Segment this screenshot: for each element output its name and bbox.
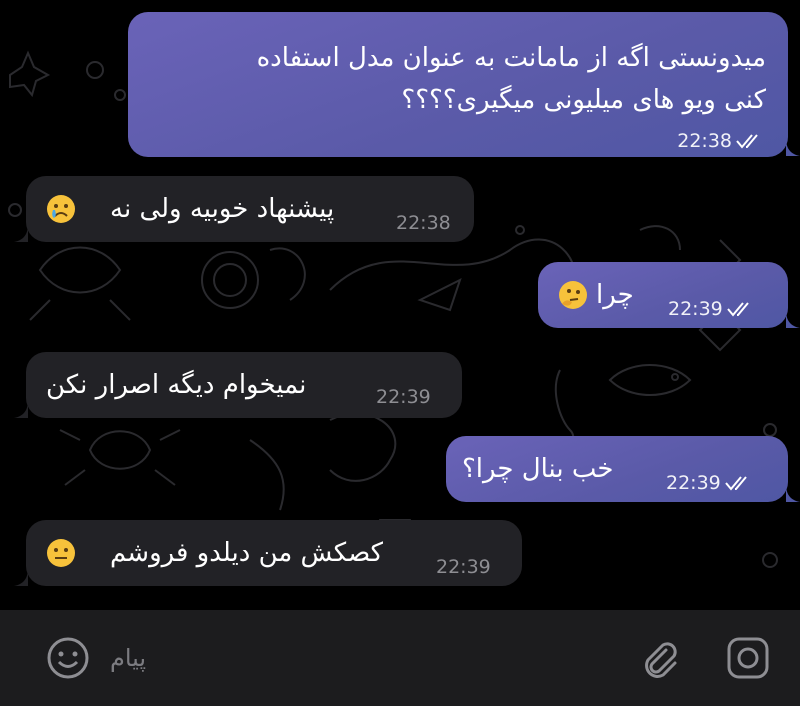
message-time: 22:39 — [666, 472, 721, 494]
message-composer: پیام — [0, 610, 800, 706]
message-time: 22:39 — [668, 298, 723, 320]
outgoing-message[interactable]: چرا 22:39 — [538, 262, 788, 328]
incoming-message[interactable]: نمیخوام دیگه اصرار نکن 22:39 — [26, 352, 462, 418]
bubble-tail — [786, 138, 800, 156]
outgoing-message[interactable]: خب بنال چرا؟ 22:39 — [446, 436, 788, 502]
incoming-message[interactable]: کصکش من دیلدو فروشم 22:39 — [26, 520, 522, 586]
message-input[interactable]: پیام — [110, 638, 310, 678]
message-time: 22:39 — [436, 556, 491, 578]
message-list[interactable]: میدونستی اگه از مامانت به عنوان مدل استف… — [0, 0, 800, 610]
double-check-icon — [724, 476, 747, 491]
message-meta: 22:39 — [666, 472, 751, 494]
bubble-tail — [14, 224, 28, 242]
bubble-tail — [786, 310, 800, 328]
message-time: 22:39 — [376, 386, 431, 408]
crying-face-emoji-icon — [47, 195, 75, 223]
incoming-message[interactable]: پیشنهاد خوبیه ولی نه 22:38 — [26, 176, 474, 242]
neutral-face-emoji-icon — [47, 539, 75, 567]
message-text: پیشنهاد خوبیه ولی نه — [110, 194, 335, 224]
message-meta: 22:38 — [677, 130, 762, 152]
outgoing-message[interactable]: میدونستی اگه از مامانت به عنوان مدل استف… — [128, 12, 788, 157]
bubble-tail — [14, 400, 28, 418]
double-check-icon — [726, 302, 749, 317]
message-meta: 22:39 — [668, 298, 753, 320]
double-check-icon — [736, 134, 758, 149]
message-text: خب بنال چرا؟ — [462, 454, 614, 484]
camera-instant-icon[interactable] — [726, 636, 770, 680]
thinking-face-emoji-icon — [559, 281, 587, 309]
bubble-tail — [14, 568, 28, 586]
message-text: نمیخوام دیگه اصرار نکن — [46, 370, 307, 400]
attachment-paperclip-icon[interactable] — [636, 636, 680, 680]
message-text-line: کنی ویو های میلیونی میگیری؟؟؟؟ — [401, 85, 766, 115]
message-text: کصکش من دیلدو فروشم — [110, 538, 383, 568]
message-time: 22:38 — [677, 130, 732, 152]
message-time: 22:38 — [396, 212, 451, 234]
emoji-sticker-icon[interactable] — [46, 636, 90, 680]
bubble-tail — [786, 484, 800, 502]
message-text-line: میدونستی اگه از مامانت به عنوان مدل استف… — [256, 43, 766, 73]
message-text: چرا — [596, 280, 634, 310]
